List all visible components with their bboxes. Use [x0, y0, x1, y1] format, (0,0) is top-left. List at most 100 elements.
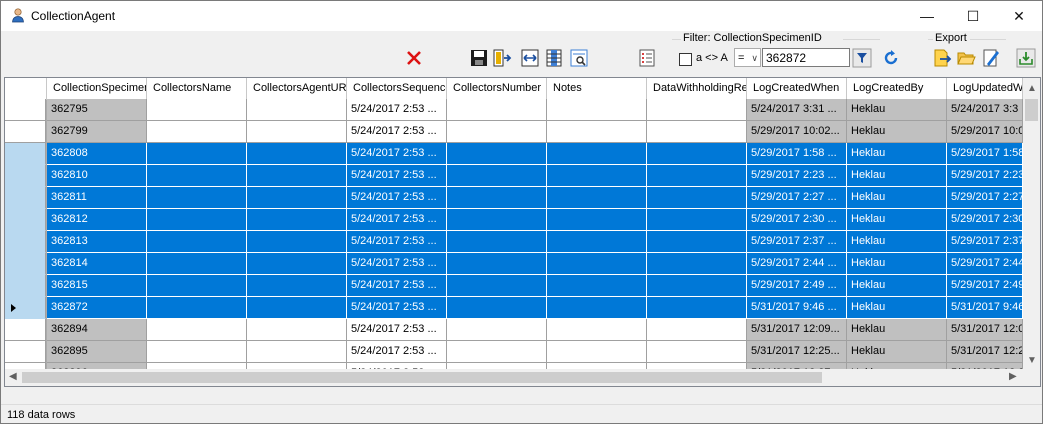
table-row[interactable]: 362799 5/24/2017 2:53 ... 5/29/2017 10:02.…	[5, 121, 1023, 143]
grid-cell[interactable]	[547, 165, 647, 187]
grid-cell[interactable]: 5/31/2017 12:25...	[747, 341, 847, 363]
grid-cell[interactable]	[547, 121, 647, 143]
grid-cell[interactable]: 362799	[47, 121, 147, 143]
grid-cell[interactable]: 5/29/2017 2:44	[947, 253, 1023, 275]
column-header[interactable]: CollectorsAgentUR	[247, 78, 347, 99]
grid-cell[interactable]: 362872	[47, 297, 147, 319]
grid-cell[interactable]	[147, 99, 247, 121]
grid-cell[interactable]	[547, 341, 647, 363]
grid-cell[interactable]	[547, 253, 647, 275]
maximize-button[interactable]: ☐	[950, 1, 996, 31]
grid-cell[interactable]	[447, 297, 547, 319]
row-header[interactable]	[5, 231, 46, 253]
grid-cell[interactable]	[547, 143, 647, 165]
grid-cell[interactable]	[147, 231, 247, 253]
grid-cell[interactable]	[647, 341, 747, 363]
grid-cell[interactable]	[547, 187, 647, 209]
scroll-down-icon[interactable]: ▼	[1027, 355, 1037, 366]
grid-cell[interactable]: 5/31/2017 12:09...	[747, 319, 847, 341]
table-row[interactable]: 362813 5/24/2017 2:53 ... 5/29/2017 2:37 .…	[5, 231, 1023, 253]
grid-cell[interactable]	[147, 165, 247, 187]
export-tray-icon[interactable]	[1016, 48, 1036, 68]
grid-cell[interactable]: 5/29/2017 10:0	[947, 121, 1023, 143]
grid-cell[interactable]: 5/29/2017 2:37	[947, 231, 1023, 253]
grid-cell[interactable]	[447, 341, 547, 363]
grid-cell[interactable]	[147, 143, 247, 165]
grid-cell[interactable]	[247, 231, 347, 253]
grid-cell[interactable]: 362814	[47, 253, 147, 275]
row-header[interactable]	[5, 165, 46, 187]
save-icon[interactable]	[469, 48, 489, 68]
grid-cell[interactable]	[247, 121, 347, 143]
grid-cell[interactable]	[547, 99, 647, 121]
column-header[interactable]: CollectorsSequence	[347, 78, 447, 99]
row-header[interactable]	[5, 275, 46, 297]
grid-cell[interactable]: 5/29/2017 2:37 ...	[747, 231, 847, 253]
vertical-scrollbar[interactable]: ▲ ▼	[1023, 78, 1040, 369]
horizontal-scrollbar[interactable]: ◀ ▶	[5, 369, 1023, 386]
close-button[interactable]: ✕	[996, 1, 1042, 31]
operator-select[interactable]: = ∨	[734, 48, 761, 67]
grid-cell[interactable]: 5/24/2017 2:53 ...	[347, 165, 447, 187]
table-row[interactable]: 362894 5/24/2017 2:53 ... 5/31/2017 12:09.…	[5, 319, 1023, 341]
grid-cell[interactable]	[247, 275, 347, 297]
grid-cell[interactable]	[247, 165, 347, 187]
grid-cell[interactable]: Heklau	[847, 253, 947, 275]
grid-cell[interactable]	[247, 99, 347, 121]
row-header[interactable]	[5, 341, 46, 363]
grid-cell[interactable]: 5/29/2017 10:02...	[747, 121, 847, 143]
grid-cell[interactable]: 5/29/2017 2:27 ...	[747, 187, 847, 209]
insert-column-icon[interactable]	[492, 48, 512, 68]
grid-cell[interactable]: 5/29/2017 2:30	[947, 209, 1023, 231]
grid-cell[interactable]	[447, 187, 547, 209]
grid-cell[interactable]	[647, 187, 747, 209]
scroll-right-icon[interactable]: ▶	[1009, 371, 1017, 382]
grid-cell[interactable]	[647, 143, 747, 165]
grid-cell[interactable]	[647, 319, 747, 341]
grid-cell[interactable]: 362795	[47, 99, 147, 121]
grid-cell[interactable]	[547, 275, 647, 297]
grid-cell[interactable]: 362812	[47, 209, 147, 231]
filter-value-input[interactable]: 362872	[762, 48, 850, 67]
table-row[interactable]: 362808 5/24/2017 2:53 ... 5/29/2017 1:58 .…	[5, 143, 1023, 165]
column-header[interactable]: LogCreatedWhen	[747, 78, 847, 99]
grid-cell[interactable]	[247, 319, 347, 341]
grid-cell[interactable]: Heklau	[847, 341, 947, 363]
grid-cell[interactable]	[647, 253, 747, 275]
table-row[interactable]: 362872 5/24/2017 2:53 ... 5/31/2017 9:46 .…	[5, 297, 1023, 319]
grid-cell[interactable]: 362894	[47, 319, 147, 341]
list-icon[interactable]	[637, 48, 657, 68]
grid-cell[interactable]: 5/31/2017 9:46 ...	[747, 297, 847, 319]
grid-cell[interactable]: 362810	[47, 165, 147, 187]
grid-cell[interactable]	[647, 99, 747, 121]
grid-cell[interactable]	[147, 253, 247, 275]
grid-cell[interactable]	[247, 341, 347, 363]
grid-cell[interactable]: 5/24/2017 2:53 ...	[347, 209, 447, 231]
grid-cell[interactable]: 5/24/2017 2:53 ...	[347, 253, 447, 275]
table-row[interactable]: 362895 5/24/2017 2:53 ... 5/31/2017 12:25.…	[5, 341, 1023, 363]
grid-cell[interactable]: 5/29/2017 1:58	[947, 143, 1023, 165]
minimize-button[interactable]: —	[904, 1, 950, 31]
column-header[interactable]: LogCreatedBy	[847, 78, 947, 99]
table-row[interactable]: 362815 5/24/2017 2:53 ... 5/29/2017 2:49 .…	[5, 275, 1023, 297]
case-sensitive-checkbox[interactable]	[679, 53, 692, 66]
grid-cell[interactable]: 5/29/2017 2:27	[947, 187, 1023, 209]
column-header[interactable]: CollectorsNumber	[447, 78, 547, 99]
grid-cell[interactable]: Heklau	[847, 165, 947, 187]
grid-cell[interactable]	[247, 297, 347, 319]
column-header[interactable]: CollectorsName	[147, 78, 247, 99]
column-header[interactable]: LogUpdatedW	[947, 78, 1023, 99]
grid-cell[interactable]	[447, 319, 547, 341]
export-file-icon[interactable]	[932, 48, 952, 68]
find-icon[interactable]	[569, 48, 589, 68]
grid-cell[interactable]: 5/24/2017 2:53 ...	[347, 275, 447, 297]
grid-cell[interactable]: 5/24/2017 2:53 ...	[347, 121, 447, 143]
grid-cell[interactable]	[147, 187, 247, 209]
grid-cell[interactable]: 5/24/2017 2:53 ...	[347, 319, 447, 341]
grid-cell[interactable]	[247, 187, 347, 209]
scroll-left-icon[interactable]: ◀	[9, 371, 17, 382]
grid-cell[interactable]	[447, 231, 547, 253]
grid-cell[interactable]: 362815	[47, 275, 147, 297]
grid-cell[interactable]	[147, 341, 247, 363]
grid-cell[interactable]: 5/24/2017 2:53 ...	[347, 143, 447, 165]
